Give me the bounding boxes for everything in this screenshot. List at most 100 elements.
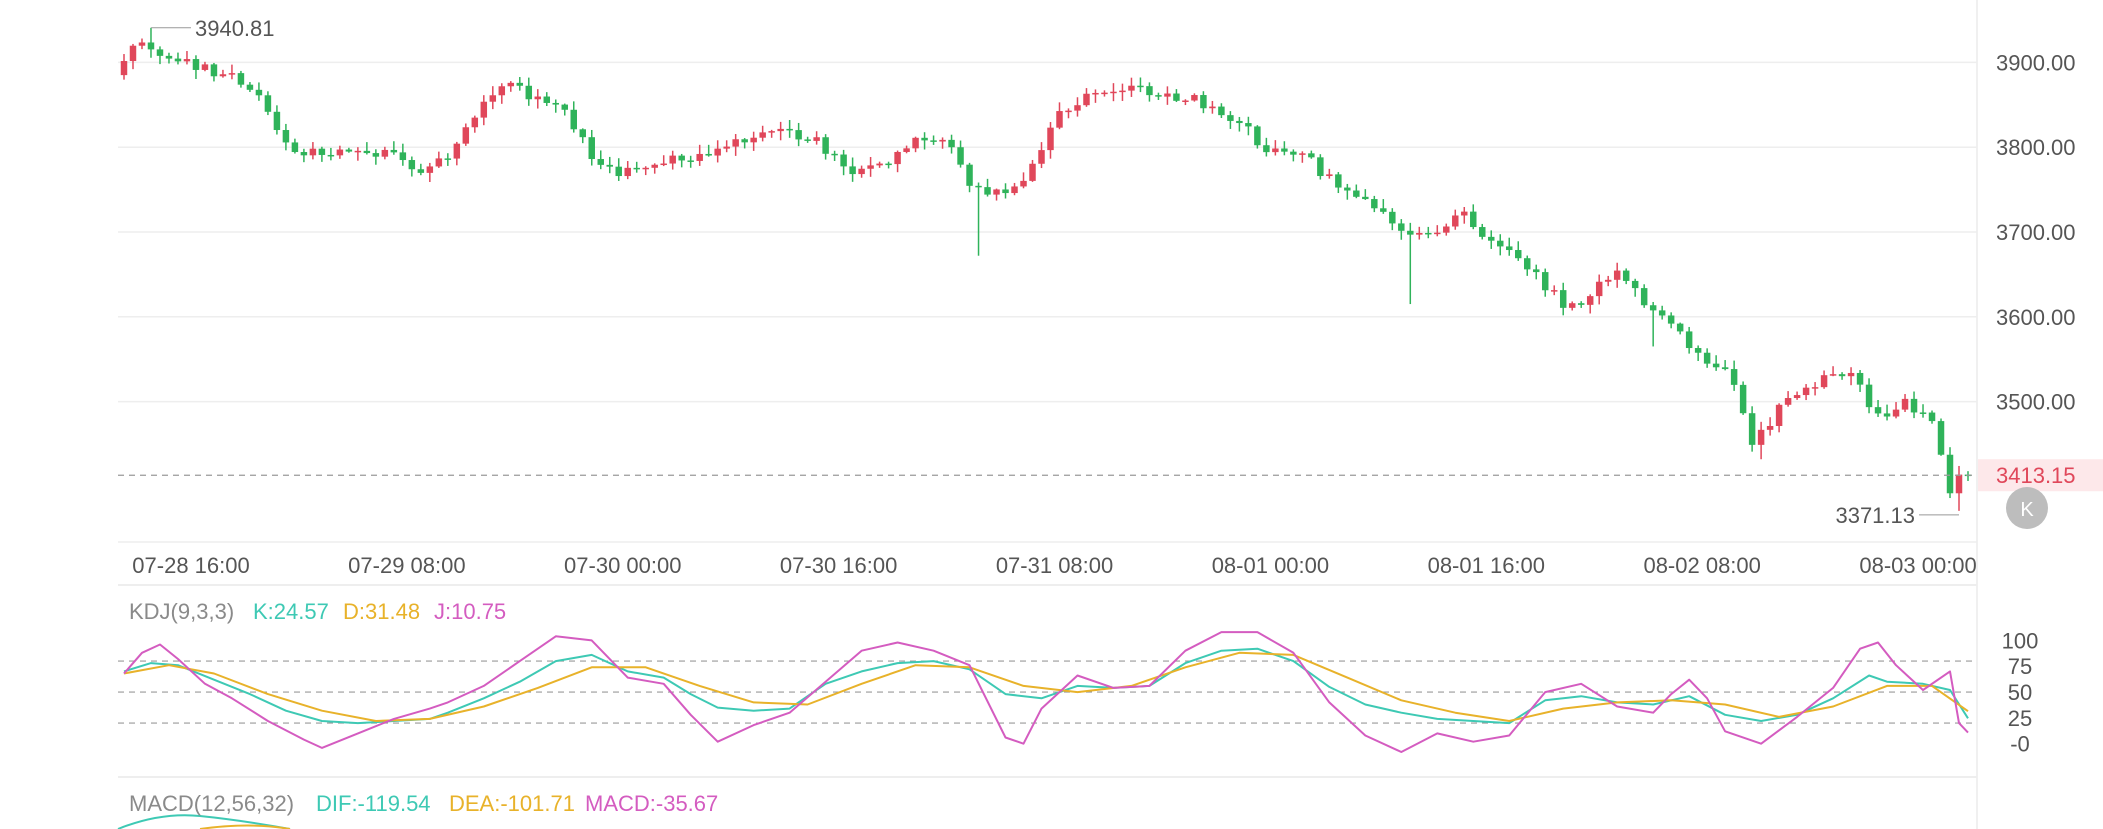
candle-body <box>1694 348 1702 353</box>
k-line-toggle-button[interactable]: K <box>2006 487 2048 529</box>
price-tick-label: 3600.00 <box>1996 305 2076 330</box>
kdj-tick-label: -0 <box>2010 732 2030 757</box>
candle-body <box>1802 387 1810 396</box>
candle-body <box>705 153 712 156</box>
candle-body <box>750 137 757 143</box>
candle-body <box>1407 230 1414 235</box>
time-axis: 07-28 16:00 07-29 08:00 07-30 00:00 07-30 1… <box>132 553 1977 578</box>
candle-body <box>1775 404 1783 426</box>
candle-body <box>498 86 506 96</box>
kdj-title: KDJ(9,3,3) <box>129 599 234 624</box>
candle-body <box>1236 120 1243 124</box>
candle-body <box>1200 95 1207 109</box>
candle-body <box>390 149 398 153</box>
candle-body <box>1829 374 1837 376</box>
candle-body <box>1092 92 1099 95</box>
candle-body <box>1892 409 1900 417</box>
low-price-label: 3371.13 <box>1835 503 1915 528</box>
candle-body <box>1676 323 1684 332</box>
candle-body <box>876 163 883 166</box>
candle-body <box>759 132 766 138</box>
macd-dea-value: DEA:-101.71 <box>449 791 575 816</box>
candle-body <box>453 143 461 159</box>
candle-body <box>831 153 838 156</box>
candle-body <box>813 137 820 141</box>
candle-body <box>381 149 389 157</box>
candle-body <box>1353 190 1360 197</box>
candle-body <box>714 148 721 156</box>
candle-body <box>1416 232 1423 235</box>
macd-dif-value: DIF:-119.54 <box>316 791 431 816</box>
candle-body <box>741 139 748 143</box>
candle-body <box>768 131 775 133</box>
candle-body <box>345 149 353 152</box>
candle-body <box>1299 153 1306 155</box>
price-tick-label: 3500.00 <box>1996 390 2076 415</box>
candle-body <box>282 130 290 143</box>
candle-body <box>1254 126 1261 146</box>
candle-body <box>1667 315 1675 324</box>
candle-body <box>1290 151 1297 155</box>
candle-body <box>1757 429 1765 445</box>
candle-body <box>1524 258 1531 270</box>
candle-body <box>1910 398 1918 413</box>
candle-body <box>1703 352 1711 364</box>
candle-body <box>1937 421 1945 455</box>
candle-body <box>1721 367 1729 370</box>
candle-body <box>417 169 425 173</box>
candle-body <box>1065 110 1072 113</box>
candle-body <box>1874 407 1882 414</box>
kdj-axis: 100755025-0 <box>2002 628 2039 756</box>
time-tick-label: 08-03 00:00 <box>1859 553 1976 578</box>
candle-body <box>534 96 542 100</box>
candle-body <box>696 153 703 161</box>
candle-body <box>1218 106 1225 116</box>
candle-body <box>1712 363 1720 368</box>
candle-body <box>624 167 631 177</box>
candle-body <box>786 128 793 131</box>
candle-body <box>840 154 847 167</box>
candle-body <box>156 49 164 56</box>
candle-body <box>1182 100 1189 102</box>
kdj-k-value: K:24.57 <box>253 599 329 624</box>
candle-body <box>912 137 919 149</box>
candle-body <box>597 159 604 165</box>
candle-body <box>1568 303 1576 308</box>
candle-body <box>1209 106 1216 109</box>
candle-body <box>1344 187 1351 191</box>
candle-body <box>1245 123 1252 127</box>
candle-body <box>777 128 784 132</box>
candle-body <box>507 82 515 87</box>
candle-body <box>867 165 874 169</box>
kdj-tick-label: 75 <box>2008 654 2032 679</box>
candle-body <box>1326 174 1333 177</box>
time-tick-label: 08-02 08:00 <box>1643 553 1760 578</box>
candle-body <box>1272 148 1279 153</box>
candle-body <box>1541 272 1549 291</box>
candle-body <box>1308 153 1315 158</box>
candle-body <box>804 139 811 141</box>
price-axis: 3900.00 3800.00 3700.00 3600.00 3500.00 <box>1996 50 2076 414</box>
time-tick-label: 08-01 16:00 <box>1428 553 1545 578</box>
kdj-d-value: D:31.48 <box>343 599 420 624</box>
candle-body <box>588 137 595 160</box>
candle-body <box>669 155 676 164</box>
candle-body <box>1883 413 1891 417</box>
candle-body <box>363 150 371 154</box>
candle-body <box>1488 236 1495 241</box>
time-tick-label: 07-30 16:00 <box>780 553 897 578</box>
candle-body <box>1820 375 1828 388</box>
candle-body <box>1389 211 1396 224</box>
candle-body <box>1586 296 1594 305</box>
candle-body <box>606 164 613 167</box>
candle-body <box>138 42 146 46</box>
macd-title: MACD(12,56,32) <box>129 791 294 816</box>
candle-body <box>1595 281 1603 297</box>
kdj-j-value: J:10.75 <box>434 599 506 624</box>
candle-body <box>651 164 658 168</box>
candle-body <box>1461 211 1468 216</box>
chart-canvas: 3900.00 3800.00 3700.00 3600.00 3500.00 07-2… <box>117 0 2103 829</box>
candle-body <box>354 150 362 153</box>
candle-body <box>516 82 524 86</box>
candle-body <box>795 130 802 140</box>
